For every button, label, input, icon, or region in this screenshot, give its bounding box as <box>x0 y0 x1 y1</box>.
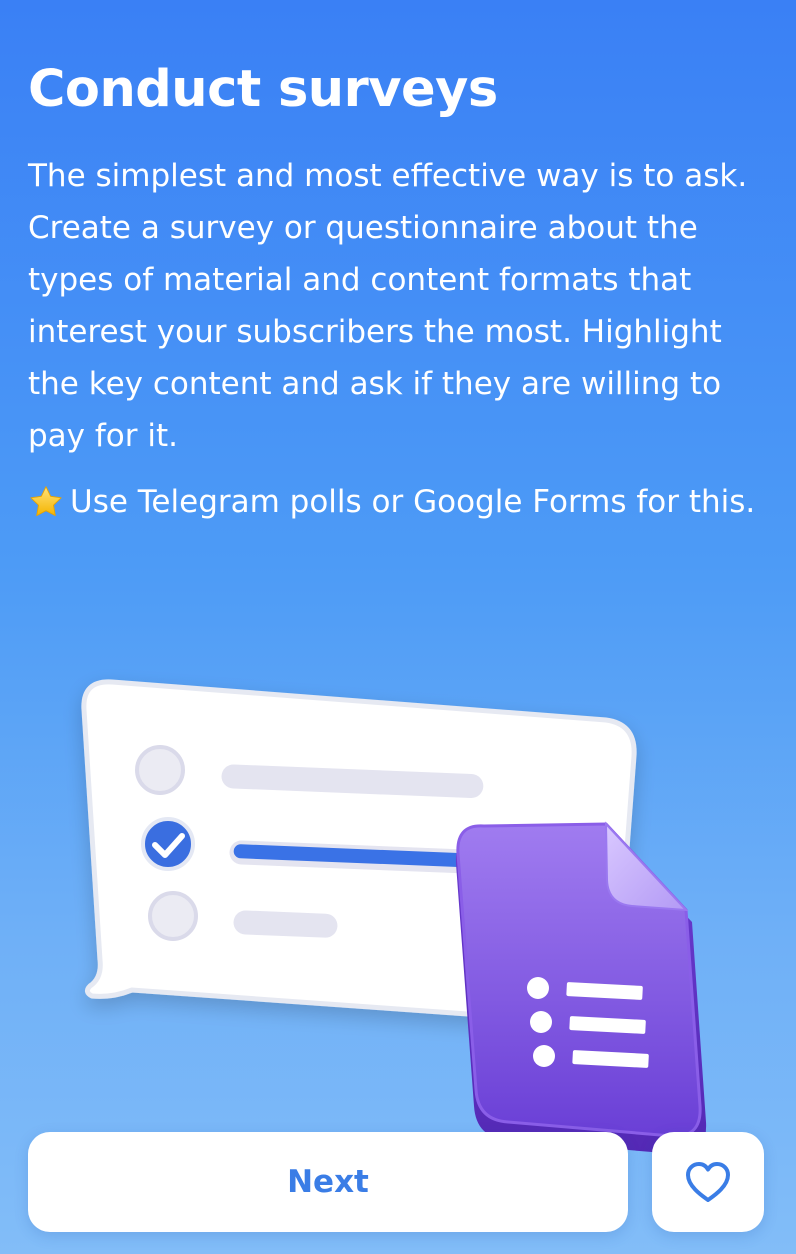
survey-illustration-graphic <box>81 679 707 1155</box>
tip-text: Use Telegram polls or Google Forms for t… <box>70 484 756 520</box>
poll-option-radio <box>135 745 185 795</box>
poll-option-radio <box>148 891 198 941</box>
description-text: The simplest and most effective way is t… <box>28 158 748 454</box>
tip-line: Use Telegram polls or Google Forms for t… <box>28 476 788 528</box>
page-title: Conduct surveys <box>28 60 498 119</box>
poll-option-bar <box>233 910 338 938</box>
next-button[interactable]: Next <box>28 1132 628 1232</box>
favorite-button[interactable] <box>652 1132 764 1232</box>
star-icon <box>30 486 62 517</box>
survey-illustration <box>60 660 740 1160</box>
check-icon <box>141 817 195 871</box>
heart-icon <box>686 1162 730 1202</box>
google-forms-icon <box>455 821 707 1155</box>
bottom-action-bar: Next <box>28 1132 764 1232</box>
onboarding-screen: Conduct surveys The simplest and most ef… <box>0 0 796 1254</box>
